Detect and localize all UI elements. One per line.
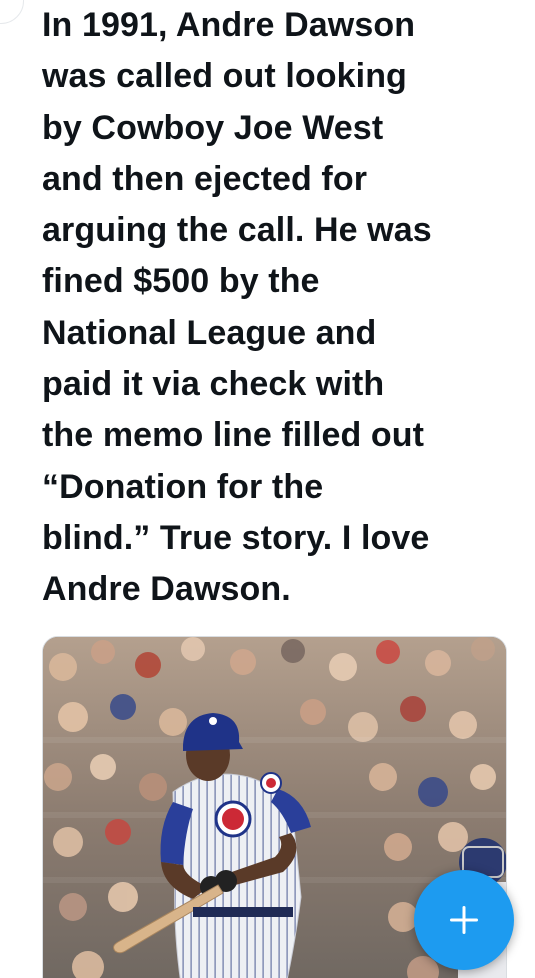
tweet-text-line: National League and — [42, 313, 377, 352]
tweet-text-line: In 1991, Andre Dawson — [42, 6, 416, 44]
tweet-text-line: blind.” True story. I love — [42, 518, 430, 557]
avatar[interactable] — [0, 0, 24, 24]
tweet-text-line: Andre Dawson. — [42, 570, 291, 609]
tweet-text-line: the memo line filled out — [42, 416, 425, 455]
plus-icon — [450, 906, 478, 934]
tweet-text-line: by Cowboy Joe West — [42, 108, 384, 147]
tweet-text-line: paid it via check with — [42, 365, 385, 404]
tweet-text-line: was called out looking — [42, 57, 407, 96]
tweet-text-line: arguing the call. He was — [42, 211, 432, 250]
tweet-text-line: fined $500 by the — [42, 262, 320, 301]
tweet-text-line: and then ejected for — [42, 159, 368, 198]
tweet-text: In 1991, Andre Dawson was called out loo… — [42, 0, 512, 616]
compose-button[interactable] — [414, 870, 514, 970]
tweet-text-line: “Donation for the — [42, 467, 324, 506]
